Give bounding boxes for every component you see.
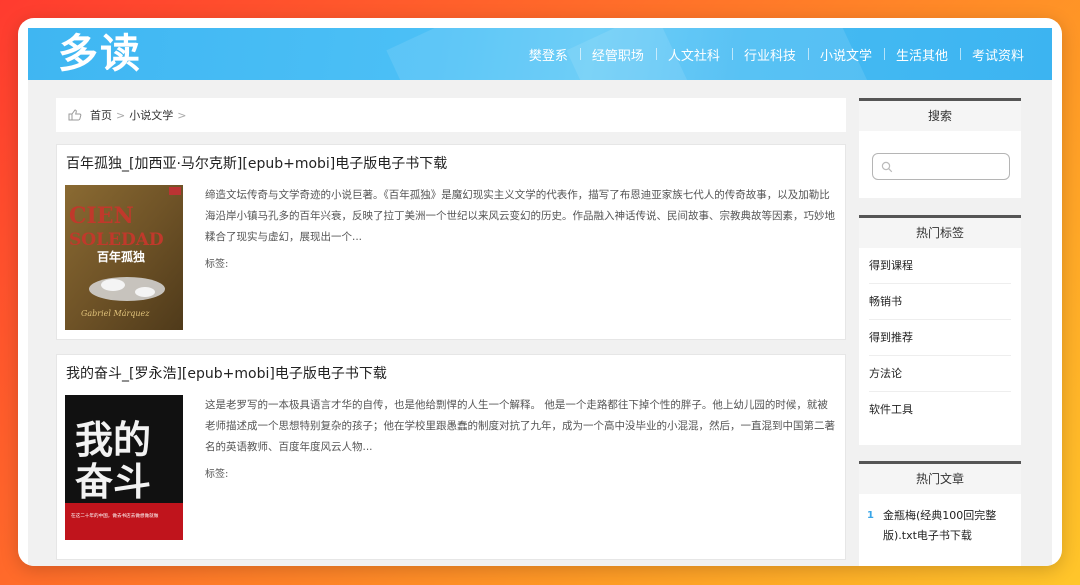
article-card: 我的奋斗_[罗永浩][epub+mobi]电子版电子书下载 我的 奋斗 在这二十… (56, 354, 846, 560)
book-cover-art: 我的 奋斗 在这二十年的中国，做去书店去做想做就做 (65, 395, 183, 540)
article-title[interactable]: 我的奋斗_[罗永浩][epub+mobi]电子版电子书下载 (66, 363, 387, 383)
widget-title: 搜索 (859, 101, 1021, 131)
article-tags: 标签: (205, 259, 229, 270)
breadcrumb-category[interactable]: 小说文学 (129, 107, 173, 123)
nav-item-exams[interactable]: 考试资料 (959, 45, 1036, 64)
book-cover[interactable]: CIEN SOLEDAD 百年孤独 Gabriel Márquez (65, 185, 183, 330)
site-logo[interactable]: 多读 (58, 30, 142, 78)
cover-cn-title: 百年孤独 (97, 249, 145, 264)
tag-item[interactable]: 软件工具 (869, 392, 1011, 428)
widget-title: 热门标签 (859, 218, 1021, 248)
hot-article-item[interactable]: 1 金瓶梅(经典100回完整版).txt电子书下载 (859, 494, 1021, 546)
article-description: 缔造文坛传奇与文学奇迹的小说巨著。《百年孤独》是魔幻现实主义文学的代表作，描写了… (205, 189, 835, 243)
tag-item[interactable]: 得到课程 (869, 248, 1011, 284)
search-input[interactable] (872, 153, 1010, 180)
tag-item[interactable]: 得到推荐 (869, 320, 1011, 356)
nav-item-lifestyle[interactable]: 生活其他 (883, 45, 960, 64)
tag-item[interactable]: 畅销书 (869, 284, 1011, 320)
nav-item-fiction[interactable]: 小说文学 (807, 45, 884, 64)
search-icon (881, 161, 893, 173)
breadcrumb-home[interactable]: 首页 (90, 107, 112, 123)
hot-tags-widget: 热门标签 得到课程 畅销书 得到推荐 方法论 软件工具 (859, 215, 1021, 445)
search-widget: 搜索 (859, 98, 1021, 198)
browser-window: 多读 樊登系 经管职场 人文社科 行业科技 小说文学 生活其他 考试资料 首页 … (18, 18, 1062, 566)
hot-article-rank: 1 (867, 510, 874, 521)
nav-item-fandeng[interactable]: 樊登系 (517, 45, 580, 64)
cover-title-line2: 奋斗 (75, 460, 151, 504)
cover-author: Gabriel Márquez (81, 309, 150, 318)
nav-item-technology[interactable]: 行业科技 (731, 45, 808, 64)
widget-title: 热门文章 (859, 464, 1021, 494)
breadcrumb-separator: > (116, 108, 126, 122)
nav-item-humanities[interactable]: 人文社科 (655, 45, 732, 64)
thumbs-up-icon (68, 109, 82, 121)
tag-item[interactable]: 方法论 (869, 356, 1011, 392)
cover-title-line1: CIEN (69, 203, 134, 229)
nav-item-management[interactable]: 经管职场 (579, 45, 656, 64)
hot-article-title[interactable]: 金瓶梅(经典100回完整版).txt电子书下载 (883, 506, 1011, 546)
site-header: 多读 樊登系 经管职场 人文社科 行业科技 小说文学 生活其他 考试资料 (28, 28, 1052, 80)
book-cover-art: CIEN SOLEDAD 百年孤独 Gabriel Márquez (65, 185, 183, 330)
breadcrumb-separator: > (177, 108, 187, 122)
article-tags: 标签: (205, 469, 229, 480)
hot-articles-widget: 热门文章 1 金瓶梅(经典100回完整版).txt电子书下载 (859, 461, 1021, 566)
cover-title-line2: SOLEDAD (69, 230, 164, 250)
breadcrumb: 首页 > 小说文学 > (56, 98, 846, 132)
article-title[interactable]: 百年孤独_[加西亚·马尔克斯][epub+mobi]电子版电子书下载 (66, 153, 447, 173)
book-cover[interactable]: 我的 奋斗 在这二十年的中国，做去书店去做想做就做 (65, 395, 183, 540)
article-description: 这是老罗写的一本极具语言才华的自传，也是他给剽悍的人生一个解释。 他是一个走路都… (205, 399, 835, 453)
page: 多读 樊登系 经管职场 人文社科 行业科技 小说文学 生活其他 考试资料 首页 … (28, 28, 1052, 566)
cover-strip-text: 在这二十年的中国，做去书店去做想做就做 (71, 512, 159, 519)
article-card: 百年孤独_[加西亚·马尔克斯][epub+mobi]电子版电子书下载 CIEN … (56, 144, 846, 340)
main-nav: 樊登系 经管职场 人文社科 行业科技 小说文学 生活其他 考试资料 (517, 28, 1036, 80)
cover-title-line1: 我的 (75, 418, 151, 462)
